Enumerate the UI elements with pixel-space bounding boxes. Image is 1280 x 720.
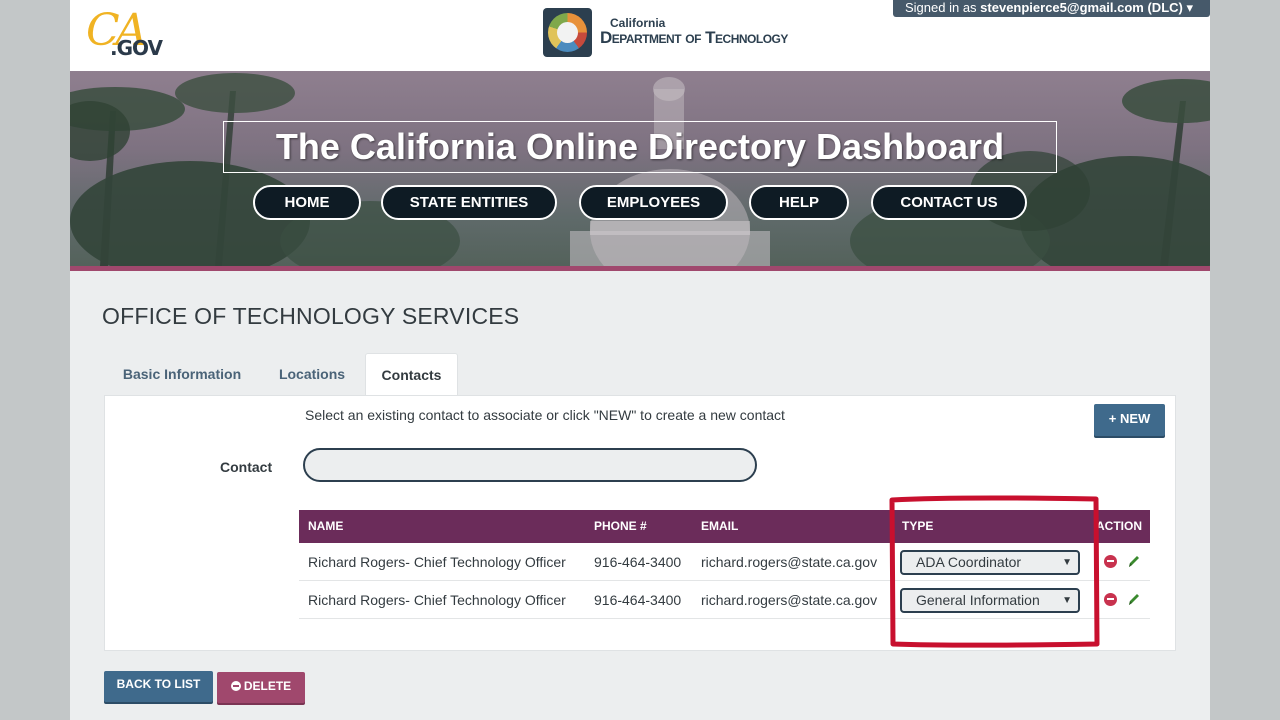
nav-contact-us-button[interactable]: CONTACT US (871, 185, 1027, 220)
plus-icon: + (1108, 411, 1117, 426)
nav-help-button[interactable]: HELP (749, 185, 849, 220)
department-logo-text[interactable]: California Department of Technology (600, 17, 788, 47)
nav-home-button[interactable]: HOME (253, 185, 361, 220)
delete-button[interactable]: DELETE (217, 672, 305, 703)
remove-icon[interactable] (1104, 555, 1117, 568)
contact-phone: 916-464-3400 (594, 554, 682, 570)
department-name: Department of Technology (600, 28, 788, 47)
contact-name: Richard Rogers- Chief Technology Officer (308, 554, 566, 570)
hero-banner: The California Online Directory Dashboar… (70, 71, 1210, 266)
nav-state-entities-button[interactable]: STATE ENTITIES (381, 185, 557, 220)
top-header: CA .GOV California Department of Technol… (70, 0, 1210, 71)
page: CA .GOV California Department of Technol… (70, 0, 1210, 720)
contact-phone: 916-464-3400 (594, 592, 682, 608)
minus-circle-icon (230, 681, 241, 691)
column-action: ACTION (1096, 519, 1142, 533)
contact-name: Richard Rogers- Chief Technology Officer (308, 592, 566, 608)
contacts-instructions: Select an existing contact to associate … (305, 407, 785, 423)
edit-pencil-icon[interactable] (1127, 591, 1141, 607)
delete-button-label: DELETE (243, 679, 292, 693)
new-button-label: NEW (1119, 411, 1151, 426)
caret-down-icon: ▾ (1186, 0, 1194, 15)
column-name: NAME (308, 519, 344, 533)
gov-logo-text: .GOV (110, 36, 163, 60)
tab-contacts[interactable]: Contacts (365, 353, 458, 396)
edit-pencil-icon[interactable] (1127, 553, 1141, 569)
page-title: OFFICE OF TECHNOLOGY SERVICES (102, 303, 520, 329)
dashboard-title: The California Online Directory Dashboar… (223, 121, 1057, 173)
new-contact-button[interactable]: + NEW (1094, 404, 1165, 436)
nav-employees-button[interactable]: EMPLOYEES (579, 185, 728, 220)
column-email: EMAIL (701, 519, 739, 533)
hero-divider (70, 266, 1210, 271)
contact-search-input[interactable] (303, 448, 757, 482)
contact-field-label: Contact (220, 459, 273, 475)
column-phone: PHONE # (594, 519, 647, 533)
department-seal-icon (543, 8, 592, 57)
signed-in-menu[interactable]: Signed in as stevenpierce5@gmail.com (DL… (893, 0, 1210, 17)
signed-in-prefix: Signed in as (905, 0, 981, 15)
ca-gov-logo[interactable]: CA .GOV (84, 6, 164, 62)
back-to-list-button[interactable]: BACK TO LIST (104, 671, 213, 702)
tab-locations[interactable]: Locations (266, 353, 358, 396)
remove-icon[interactable] (1104, 593, 1117, 606)
contact-email: richard.rogers@state.ca.gov (701, 554, 878, 570)
highlight-box-annotation (889, 495, 1100, 648)
tab-basic-information[interactable]: Basic Information (108, 353, 256, 396)
signed-in-user: stevenpierce5@gmail.com (DLC) (980, 0, 1183, 15)
contact-email: richard.rogers@state.ca.gov (701, 592, 878, 608)
